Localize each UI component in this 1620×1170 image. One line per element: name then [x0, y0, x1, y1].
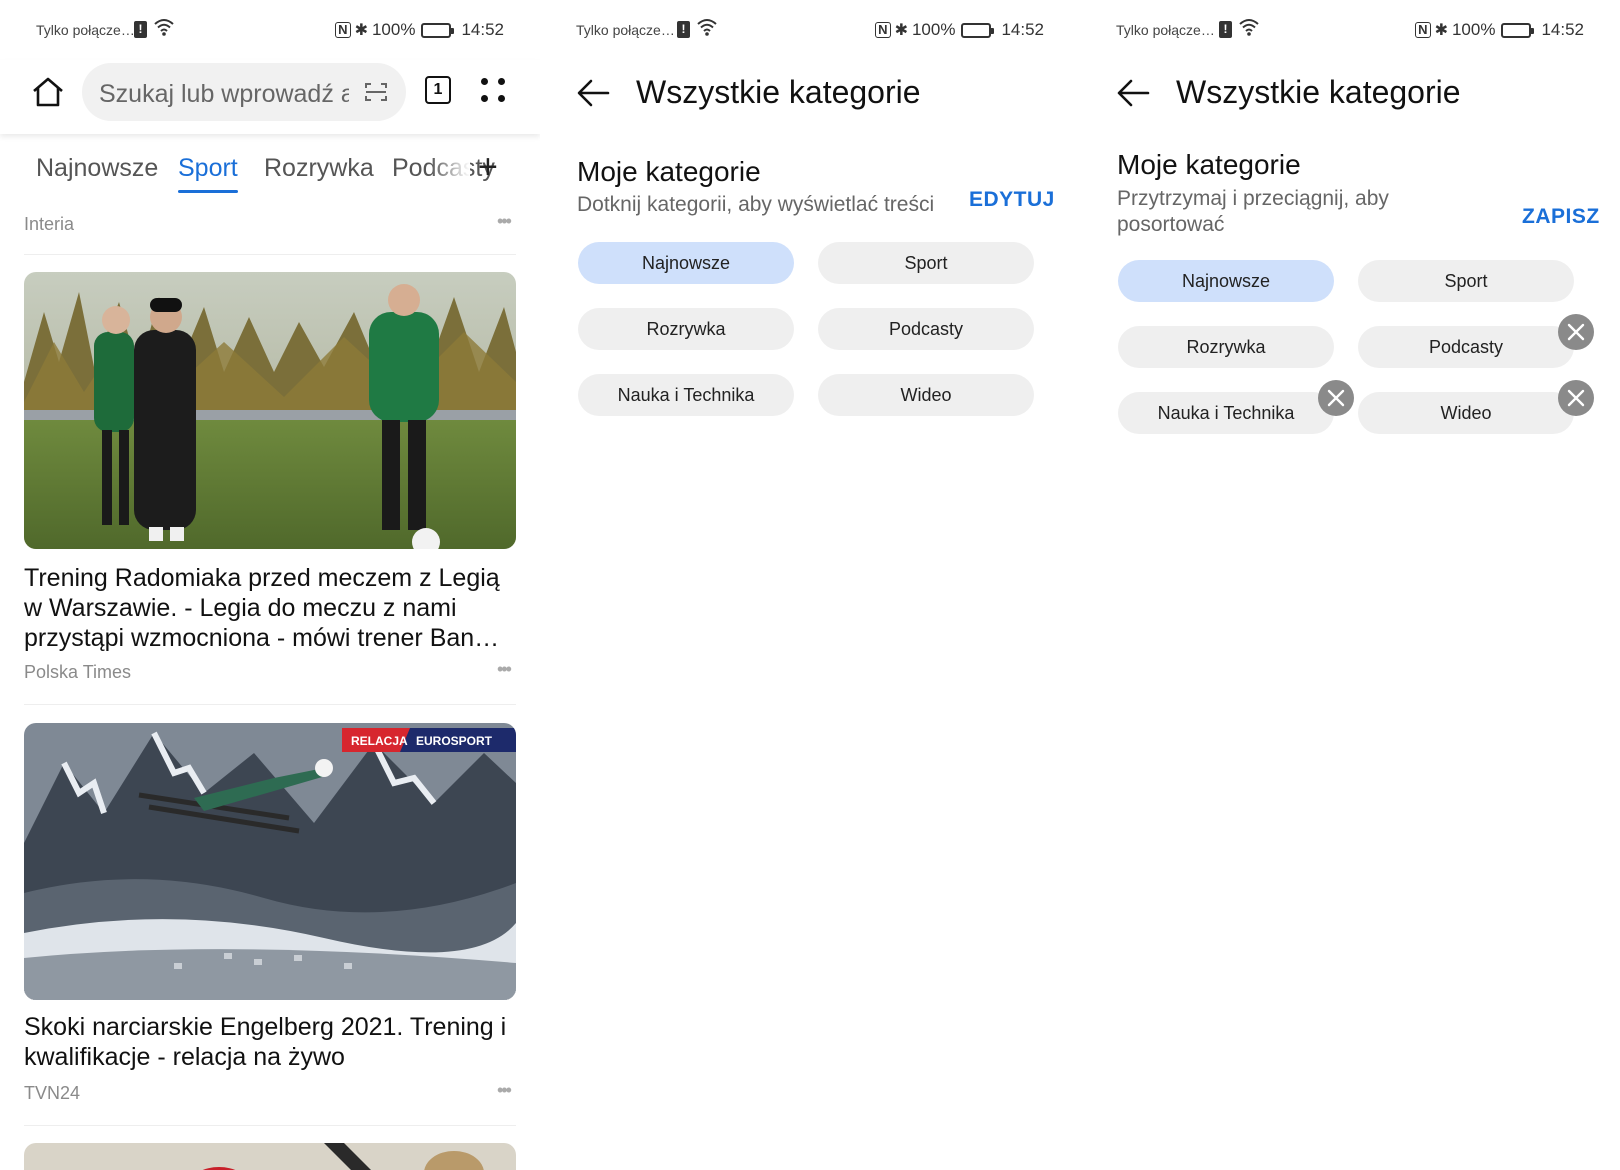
article-source: Polska Times [24, 662, 132, 682]
page-header: Wszystkie kategorie [540, 70, 1080, 130]
chip-sport[interactable]: Sport [818, 242, 1034, 284]
menu-grid-icon[interactable] [481, 78, 505, 102]
chip-nauka-i-technika[interactable]: Nauka i Technika [578, 374, 794, 416]
save-button[interactable]: ZAPISZ [1522, 205, 1600, 229]
badge-relacja: RELACJA [351, 734, 408, 748]
tab-rozrywka[interactable]: Rozrywka [264, 154, 374, 183]
divider [24, 254, 516, 255]
categories-screen: Tylko połącze… ! N ✱ 100% 14:52 Wszystki… [540, 0, 1080, 1170]
page-title: Wszystkie kategorie [1176, 74, 1461, 110]
nfc-icon: N [1415, 22, 1431, 38]
edit-button[interactable]: EDYTUJ [969, 188, 1055, 212]
article-image-football[interactable] [24, 272, 516, 549]
carrier-label: Tylko połącze… [36, 22, 135, 38]
search-placeholder: Szukaj lub wprowadź a [99, 80, 349, 108]
article-headline[interactable]: Skoki narciarskie Engelberg 2021. Trenin… [24, 1012, 514, 1072]
clock: 14:52 [1001, 20, 1044, 39]
nfc-icon: N [335, 22, 351, 38]
clock: 14:52 [461, 20, 504, 39]
home-icon[interactable] [31, 76, 65, 108]
search-input[interactable]: Szukaj lub wprowadź a [82, 63, 406, 121]
section-title: Moje kategorie [577, 156, 761, 187]
wifi-icon [153, 17, 175, 42]
divider [24, 1125, 516, 1126]
wifi-icon [696, 17, 718, 42]
more-options-icon[interactable]: ••• [497, 659, 512, 680]
category-tabs: Najnowsze Sport Rozrywka Podcasty [0, 150, 540, 200]
section-hint-line2: posortować [1117, 213, 1225, 236]
battery-icon [961, 22, 995, 38]
tab-najnowsze[interactable]: Najnowsze [36, 154, 158, 183]
chip-najnowsze[interactable]: Najnowsze [1118, 260, 1334, 302]
chip-nauka-i-technika[interactable]: Nauka i Technika [1118, 392, 1334, 434]
chip-wideo[interactable]: Wideo [818, 374, 1034, 416]
battery-percent: 100% [371, 20, 416, 39]
nfc-icon: N [875, 22, 891, 38]
article-headline[interactable]: Trening Radomiaka przed meczem z Legią w… [24, 563, 514, 653]
battery-percent: 100% [911, 20, 956, 39]
carrier-label: Tylko połącze… [1116, 22, 1215, 38]
add-category-button[interactable]: + [478, 148, 498, 187]
status-bar: Tylko połącze… ! N ✱ 100% 14:52 [1080, 0, 1620, 60]
tab-sport[interactable]: Sport [178, 154, 238, 193]
more-options-icon[interactable]: ••• [497, 211, 512, 232]
chip-najnowsze[interactable]: Najnowsze [578, 242, 794, 284]
clock: 14:52 [1541, 20, 1584, 39]
bluetooth-icon: ✱ [1434, 22, 1448, 39]
chip-podcasty[interactable]: Podcasty [818, 308, 1034, 350]
back-arrow-icon[interactable] [576, 78, 610, 108]
bluetooth-icon: ✱ [894, 22, 908, 39]
alert-icon: ! [134, 21, 147, 38]
badge-eurosport: EUROSPORT [416, 734, 493, 748]
chip-rozrywka[interactable]: Rozrywka [578, 308, 794, 350]
chip-rozrywka[interactable]: Rozrywka [1118, 326, 1334, 368]
battery-icon [421, 22, 455, 38]
status-bar: Tylko połącze… ! N ✱ 100% 14:52 [540, 0, 1080, 60]
article-source: TVN24 [24, 1083, 81, 1103]
chip-podcasty[interactable]: Podcasty [1358, 326, 1574, 368]
tabs-count-button[interactable]: 1 [425, 76, 451, 104]
remove-wideo-close-icon[interactable] [1558, 380, 1594, 416]
browser-toolbar: Szukaj lub wprowadź a 1 [0, 60, 540, 134]
battery-percent: 100% [1451, 20, 1496, 39]
section-hint: Dotknij kategorii, aby wyświetlać treści [577, 193, 935, 216]
bluetooth-icon: ✱ [354, 22, 368, 39]
article-image-partial[interactable] [24, 1143, 516, 1170]
browser-feed-screen: Tylko połącze… ! N ✱ 100% 14:52 Szukaj l… [0, 0, 540, 1170]
page-title: Wszystkie kategorie [636, 74, 921, 110]
remove-nauka-close-icon[interactable] [1318, 380, 1354, 416]
article-image-ski-jump[interactable]: RELACJA EUROSPORT [24, 723, 516, 1000]
categories-edit-screen: Tylko połącze… ! N ✱ 100% 14:52 Wszystki… [1080, 0, 1620, 1170]
carrier-label: Tylko połącze… [576, 22, 675, 38]
scan-icon[interactable] [364, 81, 388, 103]
divider [24, 704, 516, 705]
page-header: Wszystkie kategorie [1080, 70, 1620, 130]
wifi-icon [1238, 17, 1260, 42]
alert-icon: ! [677, 21, 690, 38]
more-options-icon[interactable]: ••• [497, 1080, 512, 1101]
battery-icon [1501, 22, 1535, 38]
section-hint-line1: Przytrzymaj i przeciągnij, aby [1117, 187, 1389, 210]
back-arrow-icon[interactable] [1116, 78, 1150, 108]
chip-wideo[interactable]: Wideo [1358, 392, 1574, 434]
chip-sport[interactable]: Sport [1358, 260, 1574, 302]
status-bar: Tylko połącze… ! N ✱ 100% 14:52 [0, 0, 540, 60]
section-title: Moje kategorie [1117, 149, 1301, 180]
article-source: Interia [24, 214, 75, 234]
alert-icon: ! [1219, 21, 1232, 38]
remove-podcasty-close-icon[interactable] [1558, 314, 1594, 350]
